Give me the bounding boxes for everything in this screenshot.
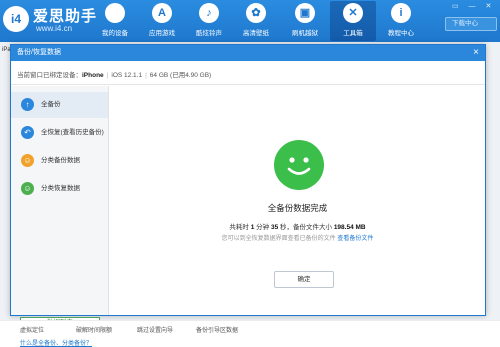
result-panel: 全备份数据完成 共耗时 1 分钟 35 秒，备份文件大小 198.54 MB 您… (110, 86, 485, 315)
sidebar-item-full-backup[interactable]: ↑ 全备份 (11, 92, 108, 118)
app-store-icon: A (152, 3, 172, 23)
bottom-item[interactable]: 虚拟定位 (20, 325, 44, 334)
ok-button[interactable]: 确定 (274, 271, 334, 288)
device-prefix: 当前窗口已绑定设备： (17, 72, 82, 79)
view-backup-link[interactable]: 查看备份文件 (337, 236, 373, 242)
box-icon: ▣ (295, 3, 315, 23)
result-title: 全备份数据完成 (267, 203, 328, 213)
result-stats: 共耗时 1 分钟 35 秒，备份文件大小 198.54 MB (229, 224, 366, 231)
category-backup-icon: ☺ (21, 154, 34, 167)
close-icon[interactable]: × (473, 46, 479, 60)
nav-label: 刷机越狱 (292, 30, 318, 37)
bell-icon: ♪ (199, 3, 219, 23)
nav-label: 高清壁纸 (243, 30, 269, 37)
storage-info: 64 GB (已用4.90 GB) (149, 72, 212, 79)
restore-icon: ↶ (21, 126, 34, 139)
result-hint: 您可以到全恢复数据界面查看已备份的文件 查看备份文件 (221, 236, 374, 242)
sidebar-item-label: 分类恢复数据 (41, 185, 80, 192)
top-bar: i4 爱思助手 www.i4.cn 我的设备 A 应用游戏 ♪ 酷炫铃声 ✿ 高… (0, 0, 500, 42)
sidebar: ↑ 全备份 ↶ 全恢复(查看历史备份) ☺ 分类备份数据 ☺ 分类恢复数据 数据… (11, 86, 109, 347)
sidebar-item-label: 全恢复(查看历史备份) (41, 129, 104, 136)
nav-apps[interactable]: A 应用游戏 (139, 3, 185, 39)
info-icon: i (391, 3, 411, 23)
category-restore-icon: ☺ (21, 182, 34, 195)
help-link[interactable]: 什么是全备份、分类备份？ (20, 338, 92, 347)
sidebar-item-label: 全备份 (41, 101, 61, 108)
nav-flash-jailbreak[interactable]: ▣ 刷机越狱 (282, 3, 328, 39)
bottom-item[interactable]: 备份引导区数据 (196, 325, 238, 334)
brand-url: www.i4.cn (36, 24, 73, 33)
success-smiley-icon (274, 140, 324, 190)
bottom-item[interactable]: 破解时间限额 (76, 325, 112, 334)
device-info: 当前窗口已绑定设备：iPhone | iOS 12.1.1 | 64 GB (已用4.9… (11, 67, 485, 85)
nav-toolbox[interactable]: ✕ 工具箱 (330, 1, 376, 41)
nav-ringtones[interactable]: ♪ 酷炫铃声 (186, 3, 232, 39)
sidebar-item-label: 分类备份数据 (41, 157, 80, 164)
nav-label: 工具箱 (343, 30, 363, 37)
flower-icon: ✿ (246, 3, 266, 23)
logo: i4 (3, 6, 29, 32)
nav-label: 酷炫铃声 (196, 30, 222, 37)
device-name: iPhone (82, 72, 104, 79)
nav-label: 应用游戏 (149, 30, 175, 37)
backup-icon: ↑ (21, 98, 34, 111)
brand-name: 爱思助手 (33, 8, 98, 25)
nav-label: 我的设备 (102, 30, 128, 37)
window-controls[interactable]: ▭ — ✕ (452, 2, 495, 10)
sidebar-item-category-backup[interactable]: ☺ 分类备份数据 (11, 148, 108, 174)
nav-my-device[interactable]: 我的设备 (92, 3, 138, 39)
sidebar-item-category-restore[interactable]: ☺ 分类恢复数据 (11, 176, 108, 202)
nav-tutorials[interactable]: i 教程中心 (378, 3, 424, 39)
nav-wallpapers[interactable]: ✿ 高清壁纸 (233, 3, 279, 39)
nav-label: 教程中心 (388, 30, 414, 37)
backup-restore-dialog: 备份/恢复数据 × 当前窗口已绑定设备：iPhone | iOS 12.1.1 | 64… (10, 44, 486, 347)
tools-icon: ✕ (343, 3, 363, 23)
dialog-title: 备份/恢复数据 (11, 45, 485, 61)
apple-icon (105, 3, 125, 23)
bottom-item[interactable]: 跳过设置向导 (137, 325, 173, 334)
download-center-button[interactable]: 下载中心 (445, 17, 497, 31)
ios-version: iOS 12.1.1 (111, 72, 143, 79)
sidebar-item-full-restore[interactable]: ↶ 全恢复(查看历史备份) (11, 120, 108, 146)
bottom-toolbar: 虚拟定位 破解时间限额 跳过设置向导 备份引导区数据 (0, 320, 500, 336)
